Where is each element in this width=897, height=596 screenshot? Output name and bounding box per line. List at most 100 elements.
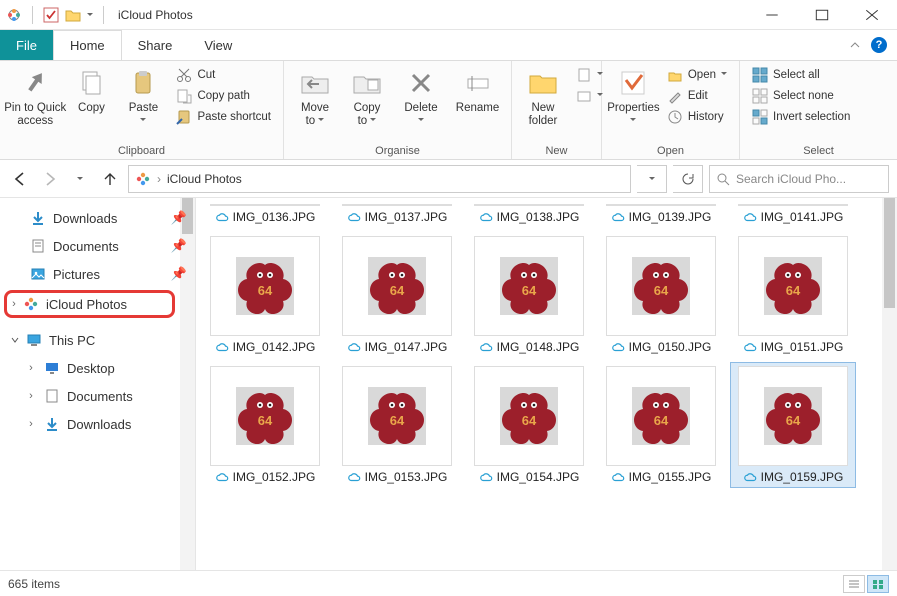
refresh-button[interactable] bbox=[673, 165, 703, 193]
tab-share[interactable]: Share bbox=[122, 30, 189, 60]
nav-back-button[interactable] bbox=[8, 167, 32, 191]
tab-file[interactable]: File bbox=[0, 30, 53, 60]
properties-button[interactable]: Properties bbox=[610, 65, 657, 130]
delete-button[interactable]: Delete bbox=[396, 65, 446, 130]
file-item[interactable]: 64 IMG_0137.JPG bbox=[334, 200, 460, 228]
cloud-status-icon bbox=[215, 340, 229, 354]
file-item[interactable]: 64 IMG_0155.JPG bbox=[598, 362, 724, 488]
select-all-button[interactable]: Select all bbox=[748, 65, 854, 85]
sidebar-item-downloads[interactable]: Downloads📌 bbox=[10, 204, 191, 232]
cut-button[interactable]: Cut bbox=[172, 65, 275, 85]
file-item[interactable]: 64 IMG_0136.JPG bbox=[202, 200, 328, 228]
view-thumbnails-button[interactable] bbox=[867, 575, 889, 593]
address-dropdown-button[interactable] bbox=[637, 165, 667, 193]
cloud-status-icon bbox=[347, 210, 361, 224]
sidebar-item-downloads-pc[interactable]: › Downloads bbox=[10, 410, 191, 438]
file-thumbnail: 64 bbox=[738, 366, 848, 466]
address-bar[interactable]: › iCloud Photos bbox=[128, 165, 631, 193]
nav-recent-caret[interactable] bbox=[68, 167, 92, 191]
qat-check-icon[interactable] bbox=[43, 7, 59, 23]
file-item[interactable]: 64 IMG_0141.JPG bbox=[730, 200, 856, 228]
svg-text:64: 64 bbox=[258, 413, 273, 428]
file-name: IMG_0153.JPG bbox=[365, 470, 448, 484]
minimize-button[interactable] bbox=[753, 1, 791, 29]
svg-text:64: 64 bbox=[654, 413, 669, 428]
file-item[interactable]: 64 IMG_0153.JPG bbox=[334, 362, 460, 488]
ribbon-group-clipboard: Clipboard bbox=[8, 143, 275, 157]
pin-to-quick-access-button[interactable]: Pin to Quick access bbox=[8, 65, 62, 130]
file-thumbnail: 64 bbox=[474, 204, 584, 206]
file-name: IMG_0136.JPG bbox=[233, 210, 316, 224]
edit-button[interactable]: Edit bbox=[663, 86, 731, 106]
nav-up-button[interactable] bbox=[98, 167, 122, 191]
invert-selection-button[interactable]: Invert selection bbox=[748, 107, 854, 127]
file-name: IMG_0142.JPG bbox=[233, 340, 316, 354]
ribbon-collapse-caret[interactable] bbox=[849, 39, 861, 51]
copy-button[interactable]: Copy bbox=[68, 65, 114, 117]
tab-home[interactable]: Home bbox=[53, 30, 122, 60]
expand-chevron-icon[interactable]: › bbox=[7, 298, 21, 310]
search-icon bbox=[716, 172, 730, 186]
file-item[interactable]: 64 IMG_0148.JPG bbox=[466, 232, 592, 358]
this-pc-icon bbox=[26, 332, 42, 348]
rename-button[interactable]: Rename bbox=[452, 65, 503, 117]
svg-text:64: 64 bbox=[522, 283, 537, 298]
move-to-button[interactable]: Move to bbox=[292, 65, 338, 130]
cloud-status-icon bbox=[611, 470, 625, 484]
paste-button[interactable]: Paste bbox=[120, 65, 166, 130]
sidebar-item-desktop[interactable]: › Desktop bbox=[10, 354, 191, 382]
file-item[interactable]: 64 IMG_0152.JPG bbox=[202, 362, 328, 488]
sidebar-item-documents-pc[interactable]: › Documents bbox=[10, 382, 191, 410]
cloud-status-icon bbox=[743, 340, 757, 354]
file-item[interactable]: 64 IMG_0147.JPG bbox=[334, 232, 460, 358]
select-none-button[interactable]: Select none bbox=[748, 86, 854, 106]
file-item[interactable]: 64 IMG_0159.JPG bbox=[730, 362, 856, 488]
maximize-button[interactable] bbox=[803, 1, 841, 29]
expand-chevron-icon[interactable]: › bbox=[24, 418, 38, 430]
file-name: IMG_0137.JPG bbox=[365, 210, 448, 224]
collapse-chevron-icon[interactable] bbox=[10, 335, 24, 345]
file-name: IMG_0151.JPG bbox=[761, 340, 844, 354]
new-folder-button[interactable]: New folder bbox=[520, 65, 566, 130]
file-name: IMG_0154.JPG bbox=[497, 470, 580, 484]
qat-customize-caret[interactable] bbox=[87, 8, 93, 22]
file-name: IMG_0141.JPG bbox=[761, 210, 844, 224]
file-item[interactable]: 64 IMG_0142.JPG bbox=[202, 232, 328, 358]
qat-folder-icon[interactable] bbox=[65, 7, 81, 23]
file-thumbnail: 64 bbox=[342, 236, 452, 336]
copy-to-button[interactable]: Copy to bbox=[344, 65, 390, 130]
file-item[interactable]: 64 IMG_0150.JPG bbox=[598, 232, 724, 358]
file-item[interactable]: 64 IMG_0139.JPG bbox=[598, 200, 724, 228]
file-thumbnail: 64 bbox=[210, 236, 320, 336]
close-button[interactable] bbox=[853, 1, 891, 29]
svg-text:64: 64 bbox=[522, 413, 537, 428]
sidebar-item-this-pc[interactable]: This PC bbox=[10, 326, 191, 354]
file-item[interactable]: 64 IMG_0138.JPG bbox=[466, 200, 592, 228]
tab-view[interactable]: View bbox=[188, 30, 248, 60]
expand-chevron-icon[interactable]: › bbox=[24, 362, 38, 374]
cloud-status-icon bbox=[743, 470, 757, 484]
sidebar-item-pictures[interactable]: Pictures📌 bbox=[10, 260, 191, 288]
copy-path-button[interactable]: Copy path bbox=[172, 86, 275, 106]
file-thumbnail: 64 bbox=[342, 366, 452, 466]
file-item[interactable]: 64 IMG_0151.JPG bbox=[730, 232, 856, 358]
file-item[interactable]: 64 IMG_0154.JPG bbox=[466, 362, 592, 488]
pictures-icon bbox=[30, 266, 46, 282]
view-details-button[interactable] bbox=[843, 575, 865, 593]
breadcrumb-current[interactable]: iCloud Photos bbox=[167, 172, 242, 186]
download-icon bbox=[30, 210, 46, 226]
nav-forward-button[interactable] bbox=[38, 167, 62, 191]
search-input[interactable]: Search iCloud Pho... bbox=[709, 165, 889, 193]
svg-text:64: 64 bbox=[786, 204, 801, 206]
sidebar-item-documents[interactable]: Documents📌 bbox=[10, 232, 191, 260]
open-button[interactable]: Open bbox=[663, 65, 731, 85]
expand-chevron-icon[interactable]: › bbox=[24, 390, 38, 402]
file-thumbnail: 64 bbox=[210, 204, 320, 206]
help-button[interactable]: ? bbox=[871, 37, 887, 53]
paste-shortcut-button[interactable]: Paste shortcut bbox=[172, 107, 275, 127]
history-button[interactable]: History bbox=[663, 107, 731, 127]
sidebar-item-icloud-photos[interactable]: › iCloud Photos bbox=[4, 290, 175, 318]
file-name: IMG_0159.JPG bbox=[761, 470, 844, 484]
desktop-icon bbox=[44, 360, 60, 376]
content-scrollbar[interactable] bbox=[882, 198, 897, 570]
